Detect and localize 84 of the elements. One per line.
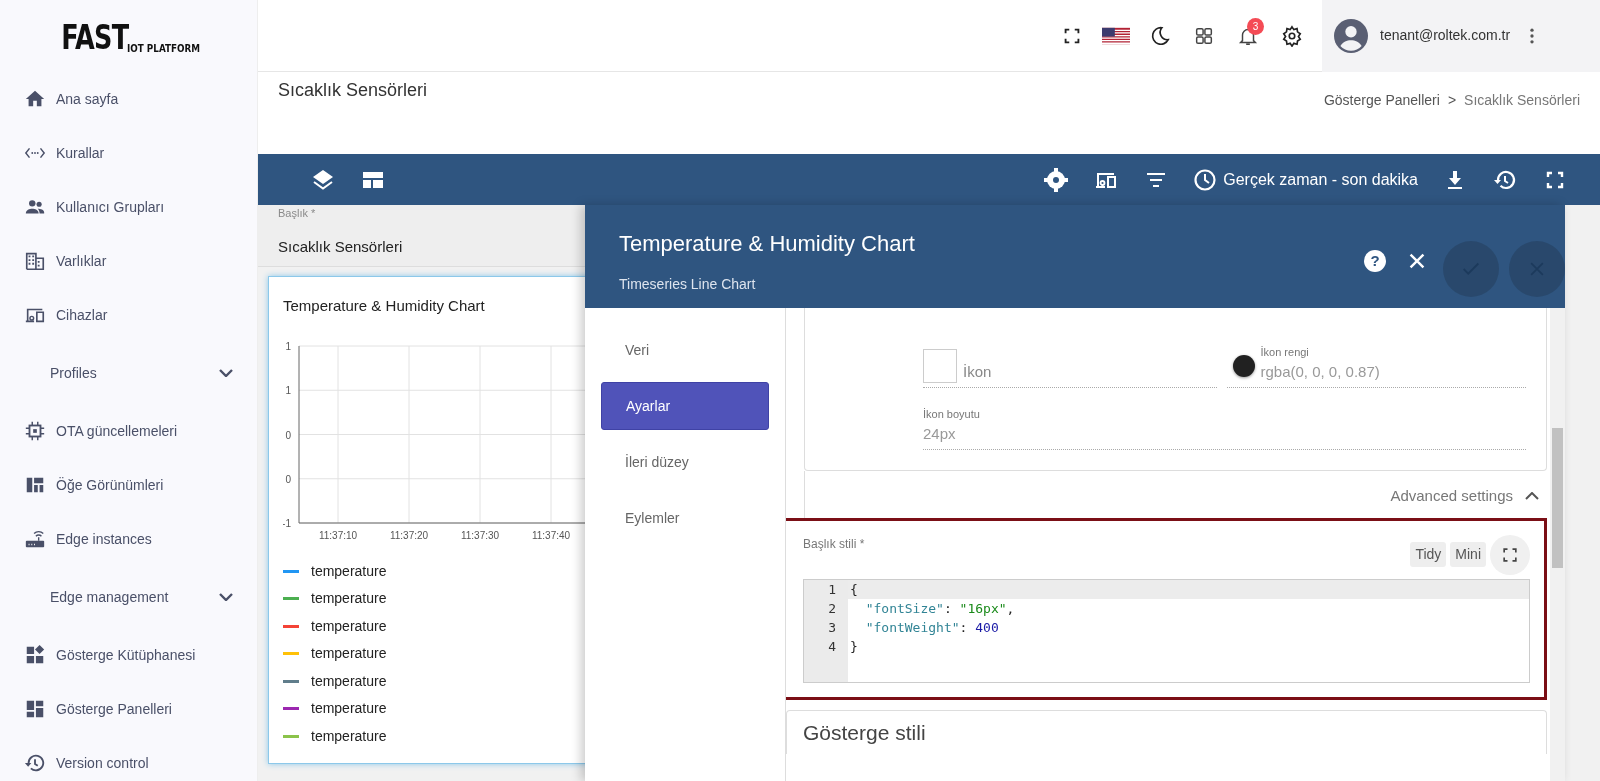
logo-subtitle: IOT PLATFORM [126, 43, 200, 54]
color-field[interactable]: İkon rengi rgba(0, 0, 0, 0.87) [1226, 344, 1526, 388]
axis-tick-label: 11:37:20 [389, 529, 429, 541]
axis-tick-label: 0 [285, 429, 291, 440]
field-label: İkon rengi [1260, 345, 1310, 360]
axis-tick-label: 11:37:40 [531, 529, 571, 541]
settings-tab[interactable]: İleri düzey [601, 438, 769, 486]
sidebar-item[interactable]: Edge instances [0, 512, 257, 566]
icon-size-field[interactable]: İkon boyutu 24px [923, 406, 1526, 450]
axis-tick-label: 11:37:30 [460, 529, 500, 541]
sidebar-item[interactable]: Ana sayfa [0, 72, 257, 126]
logo-text: FAST [61, 20, 129, 54]
help-icon[interactable]: ? [1364, 250, 1386, 272]
moon-icon[interactable] [1149, 24, 1171, 47]
sidebar-item[interactable]: Kurallar [0, 126, 257, 180]
field-label: İkon boyutu [923, 407, 981, 422]
avatar-icon [1334, 18, 1368, 53]
editor-tool-button[interactable]: Mini [1450, 542, 1486, 567]
axis-tick-label: -1 [283, 517, 291, 529]
sidebar-item[interactable]: Öğe Görünümleri [0, 458, 257, 512]
legend-label: temperature [311, 726, 387, 746]
sidebar-item[interactable]: Cihazlar [0, 288, 257, 342]
breadcrumb-item[interactable]: Gösterge Panelleri [1323, 90, 1440, 154]
chevron-down-icon [219, 369, 233, 377]
legend-label: temperature [311, 616, 387, 636]
page-title: Sıcaklık Sensörleri [278, 80, 428, 102]
router-icon [24, 528, 46, 550]
field-label: İkon [963, 361, 992, 382]
code-line: "fontSize": "16px", [864, 599, 1016, 618]
axis-tick-label: 0 [285, 473, 291, 485]
widget-title: Temperature & Humidity Chart [283, 296, 486, 316]
sidebar-item[interactable]: Version control [0, 736, 257, 781]
layers-icon[interactable] [311, 167, 335, 192]
line-number: 3 [827, 618, 837, 637]
chip-icon [24, 420, 46, 442]
breadcrumb-separator: > [1447, 91, 1457, 110]
legend-label: temperature [311, 589, 387, 609]
history-icon [24, 752, 46, 774]
field-value: Sıcaklık Sensörleri [278, 236, 404, 257]
legend-label: temperature [311, 644, 387, 664]
widget-style-section-title: Gösterge stili [786, 709, 1547, 754]
scrollbar[interactable] [1550, 308, 1565, 781]
sidebar-item[interactable]: OTA güncellemeleri [0, 404, 257, 458]
sidebar-group[interactable]: Edge management [0, 566, 257, 628]
sidebar-item[interactable]: Gösterge Panelleri [0, 682, 257, 736]
axis-tick-label: 1 [285, 384, 291, 396]
legend-label: temperature [311, 671, 387, 691]
legend-label: temperature [311, 699, 387, 719]
axis-tick-label: 11:37:10 [318, 529, 358, 541]
field-label: Başlık * [278, 206, 317, 221]
sidebar-group[interactable]: Profiles [0, 342, 257, 404]
advanced-settings-toggle[interactable]: Advanced settings [805, 471, 1547, 518]
settings-tab[interactable]: Veri [601, 326, 769, 374]
editor-subtitle: Timeseries Line Chart [619, 275, 757, 294]
notification-count: 3 [1247, 17, 1264, 35]
code-line: } [849, 637, 859, 656]
clock-icon [1193, 167, 1218, 192]
settings-tab[interactable]: Eylemler [601, 494, 769, 542]
field-label: Başlık stili * [803, 535, 865, 553]
editor-tool-button[interactable]: Tidy [1410, 542, 1447, 567]
code-editor[interactable]: 1 2 3 4 { "fontSize": "16px", "fontWeight": 400 } [803, 578, 1530, 683]
widgets-icon [24, 644, 46, 666]
sidebar-item[interactable]: Kullanıcı Grupları [0, 180, 257, 234]
building-icon [24, 250, 46, 272]
line-number: 2 [827, 599, 837, 618]
field-value: rgba(0, 0, 0, 0.87) [1260, 361, 1380, 382]
code-line: "fontWeight": 400 [864, 618, 1000, 637]
editor-title: Temperature & Humidity Chart [619, 230, 915, 258]
timewindow-button[interactable]: Gerçek zaman - son dakika [1181, 167, 1430, 192]
axis-tick-label: 1 [285, 340, 291, 352]
sidebar-item[interactable]: Gösterge Kütüphanesi [0, 628, 257, 682]
chevron-up-icon [1525, 492, 1539, 501]
dashboard-icon [24, 698, 46, 720]
field-value: 24px [923, 423, 957, 444]
icon-preview [923, 349, 957, 383]
user-email[interactable]: tenant@roltek.com.tr [1380, 25, 1511, 46]
breadcrumb-item: Sıcaklık Sensörleri [1464, 91, 1580, 110]
line-number: 4 [827, 637, 837, 656]
icon-field[interactable]: İkon [923, 344, 1217, 388]
legend-label: temperature [311, 561, 387, 581]
settings-tab[interactable]: Ayarlar [601, 382, 769, 430]
chevron-down-icon [219, 593, 233, 601]
sidebar-item[interactable]: Varlıklar [0, 234, 257, 288]
line-number: 1 [827, 580, 837, 599]
